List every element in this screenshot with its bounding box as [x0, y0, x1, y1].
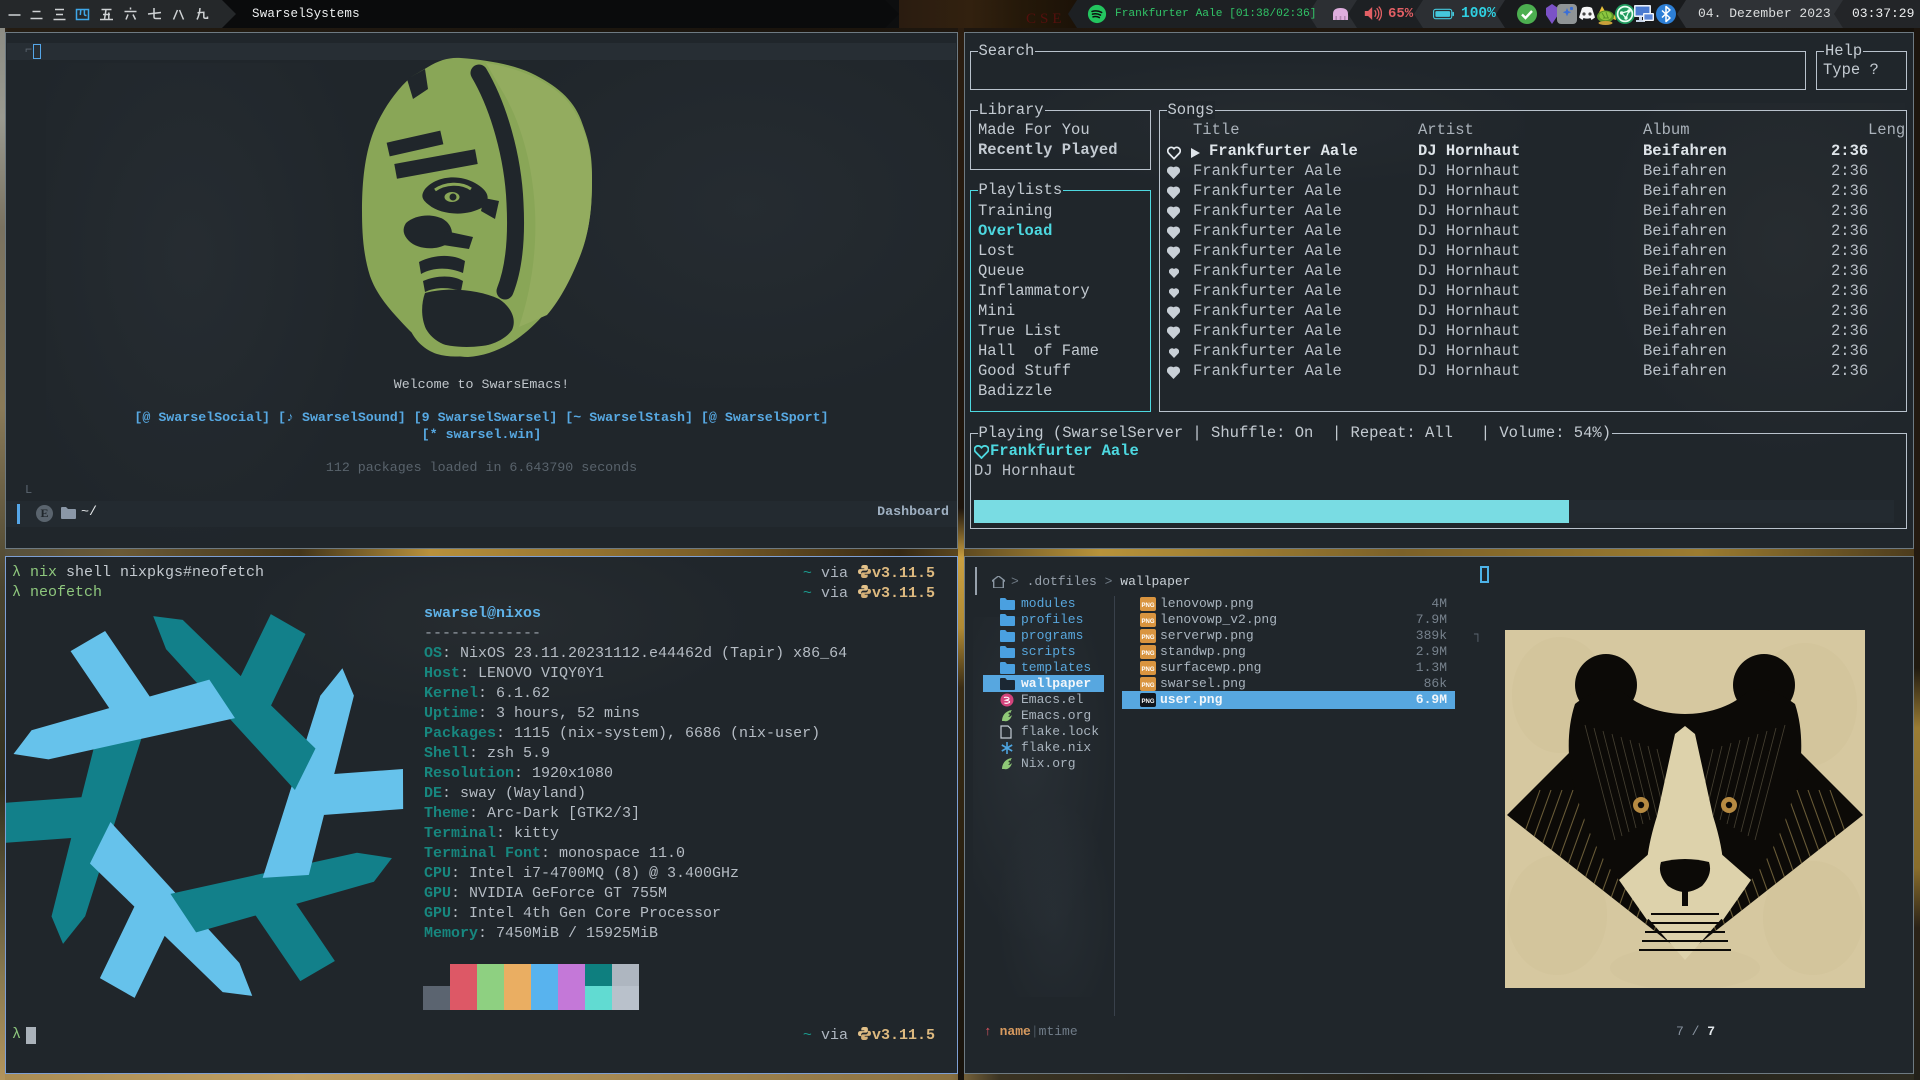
svg-text:PNG: PNG: [1141, 619, 1154, 625]
svg-text:PNG: PNG: [1141, 667, 1154, 673]
svg-text:PNG: PNG: [1141, 651, 1154, 657]
svg-text:PNG: PNG: [1141, 603, 1154, 609]
svg-text:PNG: PNG: [1141, 635, 1154, 641]
svg-text:PNG: PNG: [1141, 683, 1154, 689]
svg-text:PNG: PNG: [1141, 699, 1154, 705]
